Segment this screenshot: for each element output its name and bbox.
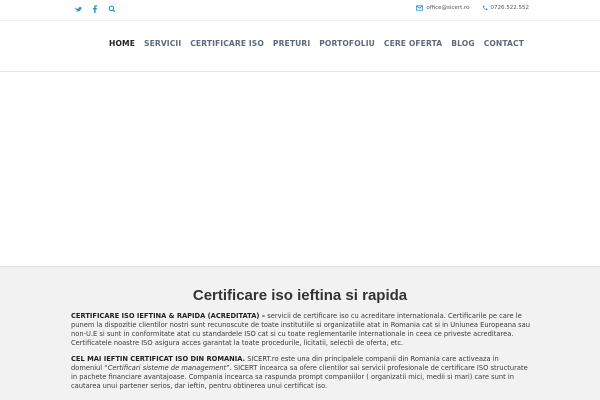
nav-item-certificare-iso[interactable]: CERTIFICARE ISO (190, 39, 264, 48)
about-heading: CEL MAI IEFTIN CERTIFICAT ISO DIN ROMANI… (71, 355, 246, 363)
twitter-icon[interactable] (74, 4, 82, 14)
nav-item-portofoliu[interactable]: PORTOFOLIU (319, 39, 375, 48)
intro-paragraph: CERTIFICARE ISO IEFTINA & RAPIDA (ACREDI… (71, 312, 531, 348)
phone-icon (482, 5, 487, 11)
nav-item-blog[interactable]: BLOG (451, 39, 474, 48)
hero-area (0, 72, 600, 266)
search-icon[interactable] (108, 4, 116, 14)
facebook-icon[interactable] (91, 4, 99, 14)
phone-contact[interactable]: 0726.522.552 (482, 5, 530, 11)
nav-item-contact[interactable]: CONTACT (484, 39, 524, 48)
page-title: Certificare iso ieftina si rapida (192, 287, 408, 304)
about-paragraph: CEL MAI IEFTIN CERTIFICAT ISO DIN ROMANI… (71, 355, 531, 391)
nav-item-servicii[interactable]: SERVICII (144, 39, 181, 48)
intro-heading: CERTIFICARE ISO IEFTINA & RAPIDA (ACREDI… (71, 312, 266, 320)
email-text: office@sicert.ro (426, 5, 470, 11)
social-links (74, 4, 116, 14)
nav-item-home[interactable]: HOME (109, 39, 135, 48)
nav-item-cere-oferta[interactable]: CERE OFERTA (384, 39, 442, 48)
main-nav: HOME SERVICII CERTIFICARE ISO PRETURI PO… (0, 21, 600, 71)
email-contact[interactable]: office@sicert.ro (416, 5, 470, 11)
phone-text: 0726.522.552 (490, 5, 530, 11)
nav-item-preturi[interactable]: PRETURI (273, 39, 310, 48)
content-section: Certificare iso ieftina si rapida CERTIF… (0, 266, 600, 400)
top-bar: office@sicert.ro 0726.522.552 (0, 0, 600, 20)
nav-menu: HOME SERVICII CERTIFICARE ISO PRETURI PO… (109, 39, 524, 48)
envelope-icon (416, 5, 424, 11)
contact-info: office@sicert.ro 0726.522.552 (416, 5, 529, 11)
about-italic: Certificari sisteme de management (107, 364, 227, 372)
